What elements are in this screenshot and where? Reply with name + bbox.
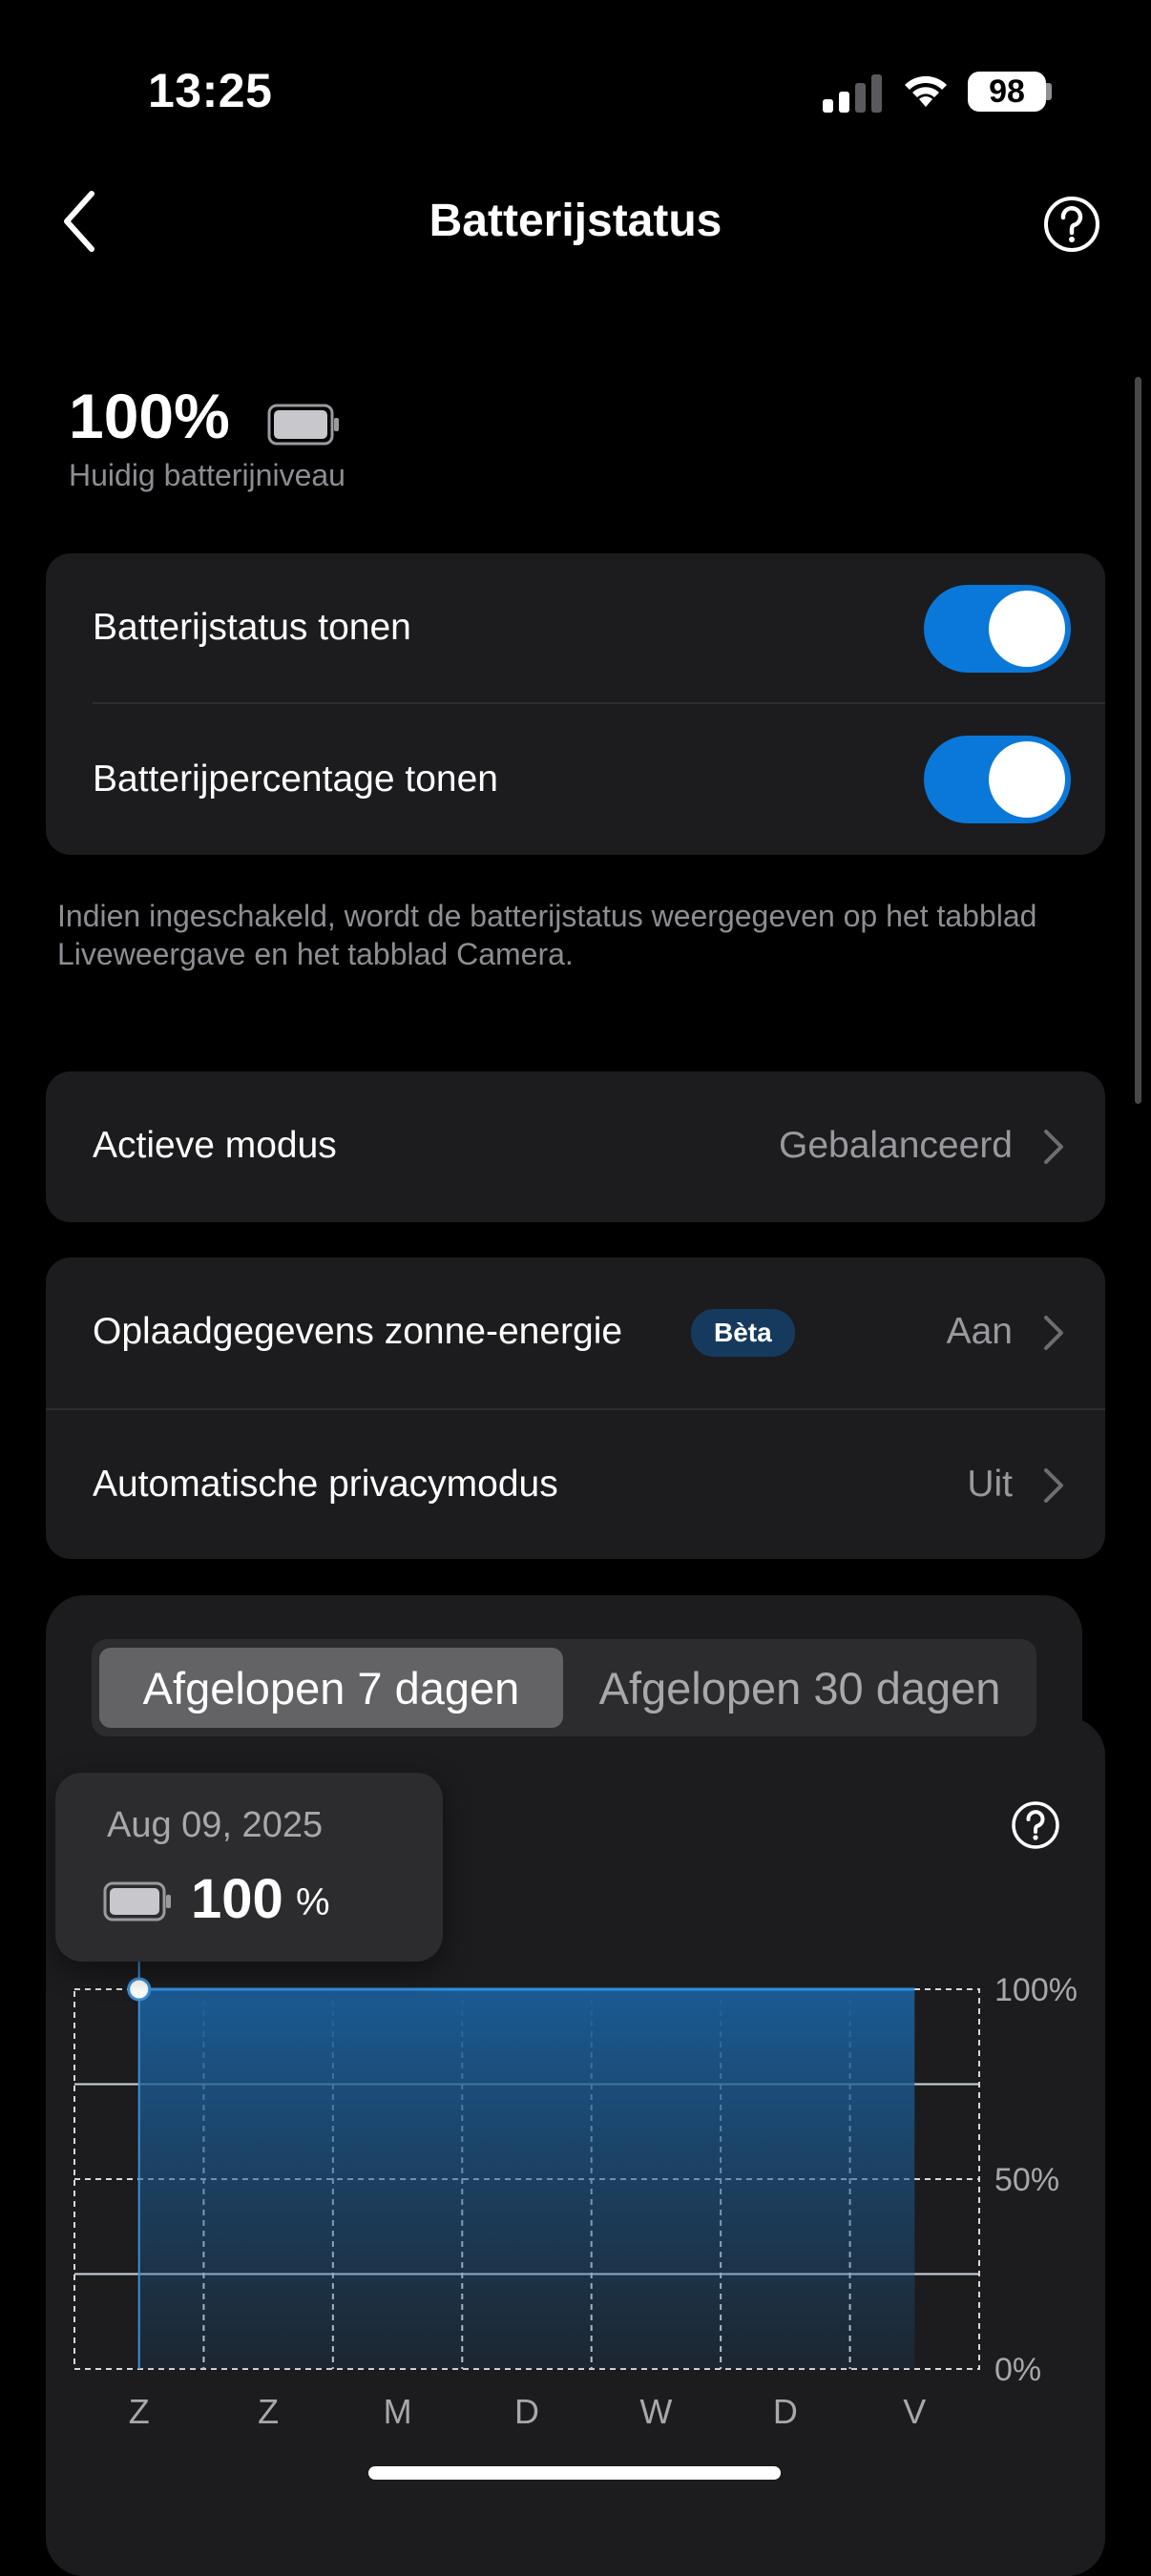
- row-divider: [93, 702, 1105, 704]
- chevron-right-icon: [1044, 1130, 1063, 1164]
- y-tick-label: 50%: [994, 2162, 1059, 2198]
- chart-data-point[interactable]: [127, 1977, 152, 2002]
- x-tick-label: D: [773, 2392, 798, 2431]
- status-time: 13:25: [148, 64, 273, 117]
- toggle-knob: [989, 591, 1065, 667]
- status-battery-icon: 98: [968, 72, 1046, 112]
- active-mode-label: Actieve modus: [93, 1125, 337, 1166]
- toggle-knob: [989, 741, 1065, 818]
- question-circle-icon[interactable]: [1042, 195, 1101, 254]
- battery-area-series: [138, 1989, 915, 2369]
- y-tick-label: 0%: [994, 2352, 1041, 2388]
- display-settings-footnote: Indien ingeschakeld, wordt de batterijst…: [57, 899, 1037, 971]
- show-battery-status-toggle[interactable]: [924, 585, 1071, 673]
- x-tick-label: M: [384, 2392, 412, 2431]
- solar-charging-row[interactable]: [46, 1257, 1105, 1408]
- wifi-icon: [905, 75, 947, 107]
- show-battery-status-label: Batterijstatus tonen: [93, 607, 411, 648]
- x-tick-label: W: [639, 2392, 672, 2431]
- tab-last-7-days[interactable]: Afgelopen 7 dagen: [99, 1648, 563, 1728]
- tooltip-unit: %: [296, 1881, 330, 1923]
- x-tick-label: D: [514, 2392, 539, 2431]
- page-title: Batterijstatus: [429, 196, 722, 246]
- battery-history-chart: Z Z M D W D V 100% 50% 0%: [73, 1961, 1078, 2431]
- tooltip-date: Aug 09, 2025: [107, 1805, 324, 1845]
- battery-level-caption: Huidig batterijniveau: [69, 458, 345, 492]
- cellular-signal-icon: [823, 74, 882, 113]
- status-battery-nub: [1046, 83, 1052, 100]
- x-tick-label: Z: [129, 2392, 150, 2431]
- auto-privacy-row[interactable]: [46, 1410, 1105, 1559]
- battery-full-icon: [103, 1881, 171, 1922]
- tooltip-value: 100: [191, 1868, 283, 1930]
- scrollbar[interactable]: [1135, 377, 1141, 1104]
- y-tick-label: 100%: [994, 1972, 1078, 2008]
- tab-last-30-days[interactable]: Afgelopen 30 dagen: [567, 1648, 1033, 1728]
- home-indicator[interactable]: [368, 2466, 781, 2480]
- show-battery-percentage-label: Batterijpercentage tonen: [93, 758, 498, 800]
- battery-level-value: 100%: [69, 381, 230, 451]
- active-mode-value: Gebalanceerd: [778, 1125, 1013, 1166]
- x-tick-label: Z: [258, 2392, 279, 2431]
- question-circle-icon[interactable]: [1010, 1799, 1061, 1851]
- show-battery-percentage-toggle[interactable]: [924, 736, 1071, 823]
- battery-full-icon: [267, 404, 339, 446]
- x-tick-label: V: [903, 2392, 926, 2431]
